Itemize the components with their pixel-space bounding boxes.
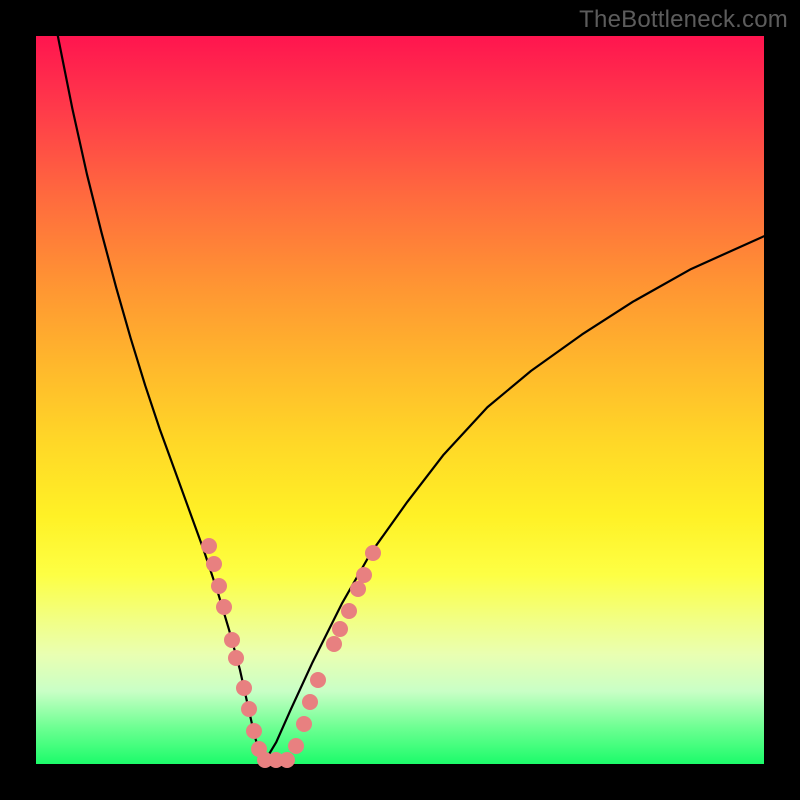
curve-dot bbox=[350, 581, 366, 597]
curve-dot bbox=[224, 632, 240, 648]
curve-dot bbox=[228, 650, 244, 666]
curve-dot bbox=[341, 603, 357, 619]
curve-dot bbox=[365, 545, 381, 561]
curve-dot bbox=[302, 694, 318, 710]
curve-dot bbox=[296, 716, 312, 732]
curve-dot bbox=[310, 672, 326, 688]
curve-dot bbox=[211, 578, 227, 594]
watermark-text: TheBottleneck.com bbox=[579, 6, 788, 34]
curve-dot bbox=[216, 599, 232, 615]
curve-layer bbox=[36, 36, 764, 764]
plot-area bbox=[36, 36, 764, 764]
curve-dot bbox=[288, 738, 304, 754]
curve-dot bbox=[279, 752, 295, 768]
curve-dot bbox=[356, 567, 372, 583]
bottleneck-curve bbox=[58, 36, 764, 760]
curve-dot bbox=[236, 680, 252, 696]
curve-dot bbox=[206, 556, 222, 572]
curve-dot bbox=[326, 636, 342, 652]
curve-dot bbox=[246, 723, 262, 739]
curve-dot bbox=[201, 538, 217, 554]
curve-dot bbox=[241, 701, 257, 717]
curve-dot bbox=[332, 621, 348, 637]
